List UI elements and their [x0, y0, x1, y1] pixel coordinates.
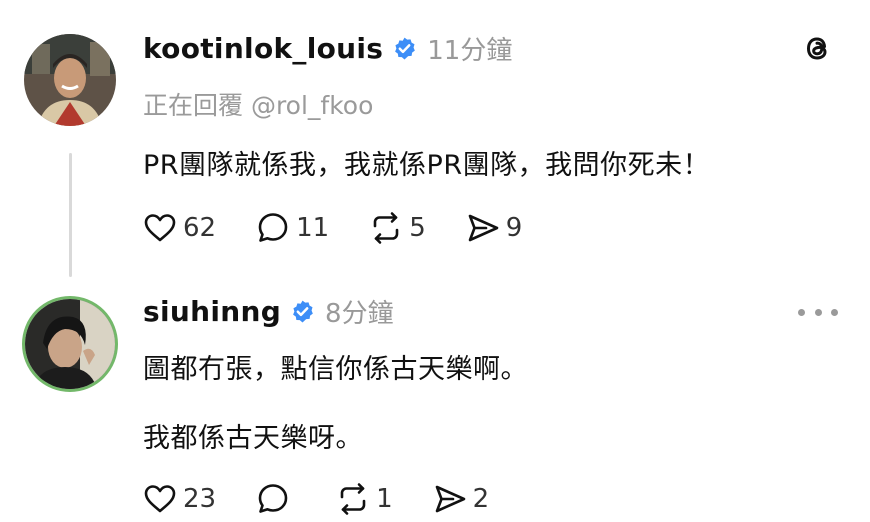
heart-icon [144, 485, 176, 513]
post-text-line-2: 我都係古天樂呀。 [143, 423, 363, 454]
share-button[interactable]: 2 [433, 482, 490, 516]
repost-count: 5 [409, 213, 426, 243]
post-time: 8分鐘 [325, 299, 394, 329]
post-header: kootinlok_louis 11分鐘 [143, 30, 512, 67]
thread-connector-line [69, 153, 72, 277]
repost-button[interactable]: 5 [369, 211, 426, 245]
repost-icon [373, 212, 399, 244]
avatar-siuhinng[interactable] [22, 296, 118, 392]
post-actions: 23 1 2 [143, 482, 529, 516]
send-icon [435, 485, 465, 513]
like-count: 23 [183, 484, 217, 514]
repost-icon [340, 483, 366, 515]
repost-button[interactable]: 1 [336, 482, 393, 516]
post-actions: 62 11 5 9 [143, 211, 562, 245]
repost-count: 1 [376, 484, 393, 514]
post-header: siuhinng 8分鐘 [143, 293, 394, 330]
post-text: PR團隊就係我，我就係PR團隊，我問你死未！ [143, 150, 711, 181]
threads-logo-icon[interactable] [800, 31, 834, 65]
avatar-kootinlok-louis[interactable] [24, 34, 116, 126]
like-count: 62 [183, 213, 217, 243]
replying-to-label: 正在回覆 @rol_fkoo [143, 91, 374, 120]
username[interactable]: kootinlok_louis [143, 32, 383, 65]
more-options-button[interactable] [798, 300, 838, 324]
verified-badge-icon [395, 37, 416, 60]
more-dots-icon [798, 308, 805, 316]
heart-icon [144, 214, 176, 242]
verified-badge-icon [293, 300, 313, 323]
post-text-line-1: 圖都冇張，點信你係古天樂啊。 [143, 354, 528, 385]
reply-count: 11 [296, 213, 330, 243]
send-icon [468, 214, 499, 242]
share-count: 9 [505, 213, 523, 243]
share-button[interactable]: 9 [466, 211, 523, 245]
username[interactable]: siuhinng [143, 295, 281, 328]
comment-bubble-icon [258, 213, 288, 242]
comment-bubble-icon [258, 484, 288, 513]
like-button[interactable]: 62 [143, 211, 216, 245]
share-count: 2 [472, 484, 490, 514]
like-button[interactable]: 23 [143, 482, 216, 516]
reply-button[interactable]: 11 [256, 211, 329, 245]
reply-button[interactable] [256, 482, 296, 516]
post-time: 11分鐘 [427, 36, 513, 66]
